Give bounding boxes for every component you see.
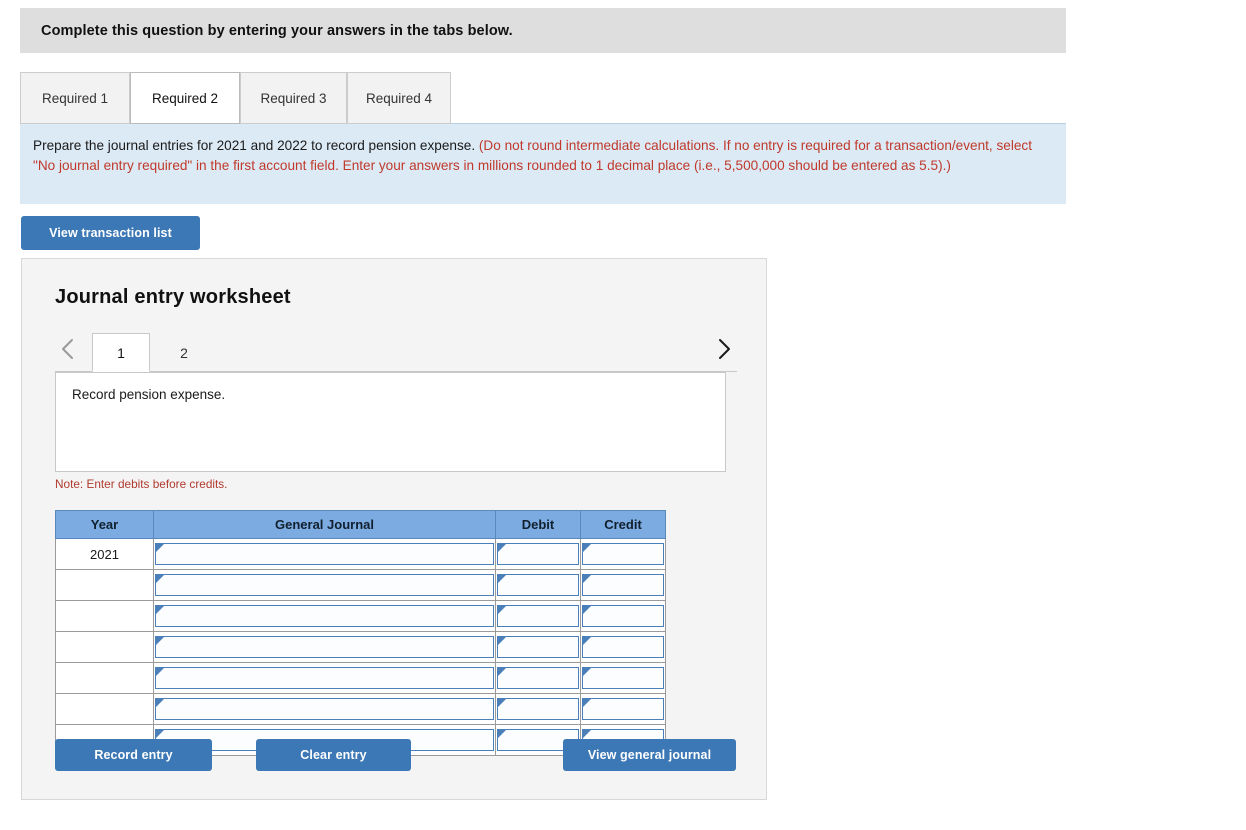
view-general-journal-button[interactable]: View general journal <box>563 739 736 771</box>
cell-debit[interactable] <box>496 601 581 632</box>
chevron-left-icon[interactable] <box>55 334 81 364</box>
cell-debit[interactable] <box>496 632 581 663</box>
table-row <box>56 663 666 694</box>
credit-input[interactable] <box>582 667 664 689</box>
cell-debit[interactable] <box>496 694 581 725</box>
chevron-right-icon[interactable] <box>711 334 737 364</box>
cell-year[interactable] <box>56 601 154 632</box>
worksheet-page-tab-2-label: 2 <box>180 345 188 361</box>
general-journal-input[interactable] <box>155 543 494 565</box>
table-header-row: Year General Journal Debit Credit <box>56 511 666 539</box>
page-root: Complete this question by entering your … <box>0 0 1246 830</box>
cell-credit[interactable] <box>581 539 666 570</box>
credit-input[interactable] <box>582 574 664 596</box>
view-transaction-list-label: View transaction list <box>49 226 172 240</box>
column-header-year: Year <box>56 511 154 539</box>
column-header-credit: Credit <box>581 511 666 539</box>
credit-input[interactable] <box>582 698 664 720</box>
table-row <box>56 632 666 663</box>
worksheet-page-tab-1[interactable]: 1 <box>92 333 150 372</box>
worksheet-page-tab-2[interactable]: 2 <box>156 333 212 372</box>
instruction-banner-text: Complete this question by entering your … <box>41 23 513 39</box>
general-journal-input[interactable] <box>155 698 494 720</box>
entry-description-text: Record pension expense. <box>72 387 225 402</box>
tab-required-3[interactable]: Required 3 <box>240 72 347 124</box>
cell-credit[interactable] <box>581 694 666 725</box>
journal-entry-table-body: 2021 <box>56 539 666 756</box>
cell-credit[interactable] <box>581 632 666 663</box>
table-row <box>56 601 666 632</box>
credit-input[interactable] <box>582 543 664 565</box>
table-row <box>56 694 666 725</box>
general-journal-input[interactable] <box>155 574 494 596</box>
worksheet-pager: 1 2 <box>55 322 737 372</box>
cell-year[interactable] <box>56 632 154 663</box>
cell-general-journal[interactable] <box>154 694 496 725</box>
tab-required-4-label: Required 4 <box>366 91 432 106</box>
debit-input[interactable] <box>497 636 579 658</box>
entry-description-box: Record pension expense. <box>55 372 726 472</box>
table-row <box>56 570 666 601</box>
cell-general-journal[interactable] <box>154 601 496 632</box>
cell-credit[interactable] <box>581 601 666 632</box>
record-entry-label: Record entry <box>94 748 172 762</box>
column-header-debit: Debit <box>496 511 581 539</box>
tab-required-3-label: Required 3 <box>260 91 326 106</box>
column-header-general-journal: General Journal <box>154 511 496 539</box>
general-journal-input[interactable] <box>155 667 494 689</box>
worksheet-title: Journal entry worksheet <box>55 286 291 309</box>
debit-input[interactable] <box>497 698 579 720</box>
debits-before-credits-note: Note: Enter debits before credits. <box>55 477 227 491</box>
tab-required-4[interactable]: Required 4 <box>347 72 451 124</box>
cell-general-journal[interactable] <box>154 539 496 570</box>
cell-credit[interactable] <box>581 570 666 601</box>
cell-year[interactable] <box>56 663 154 694</box>
instruction-primary-text: Prepare the journal entries for 2021 and… <box>33 138 475 153</box>
cell-credit[interactable] <box>581 663 666 694</box>
cell-debit[interactable] <box>496 539 581 570</box>
clear-entry-label: Clear entry <box>300 748 366 762</box>
record-entry-button[interactable]: Record entry <box>55 739 212 771</box>
tab-required-2-label: Required 2 <box>152 91 218 106</box>
cell-year[interactable]: 2021 <box>56 539 154 570</box>
requirement-tabs: Required 1 Required 2 Required 3 Require… <box>20 71 1066 124</box>
tab-required-1[interactable]: Required 1 <box>20 72 130 124</box>
clear-entry-button[interactable]: Clear entry <box>256 739 411 771</box>
view-transaction-list-button[interactable]: View transaction list <box>21 216 200 250</box>
general-journal-input[interactable] <box>155 636 494 658</box>
cell-debit[interactable] <box>496 663 581 694</box>
requirement-instructions-panel: Prepare the journal entries for 2021 and… <box>20 124 1066 204</box>
journal-entry-worksheet-panel: Journal entry worksheet 1 2 <box>21 258 767 800</box>
requirement-instructions-text: Prepare the journal entries for 2021 and… <box>33 136 1048 175</box>
cell-year[interactable] <box>56 694 154 725</box>
debit-input[interactable] <box>497 543 579 565</box>
debit-input[interactable] <box>497 605 579 627</box>
worksheet-page-tab-1-label: 1 <box>117 345 125 361</box>
cell-general-journal[interactable] <box>154 570 496 601</box>
credit-input[interactable] <box>582 605 664 627</box>
tab-required-2[interactable]: Required 2 <box>130 72 240 124</box>
view-general-journal-label: View general journal <box>588 748 711 762</box>
tab-required-1-label: Required 1 <box>42 91 108 106</box>
journal-entry-table: Year General Journal Debit Credit 2021 <box>55 510 666 756</box>
debit-input[interactable] <box>497 667 579 689</box>
cell-general-journal[interactable] <box>154 663 496 694</box>
instruction-banner: Complete this question by entering your … <box>20 8 1066 53</box>
general-journal-input[interactable] <box>155 605 494 627</box>
cell-general-journal[interactable] <box>154 632 496 663</box>
credit-input[interactable] <box>582 636 664 658</box>
cell-year[interactable] <box>56 570 154 601</box>
debit-input[interactable] <box>497 574 579 596</box>
table-row: 2021 <box>56 539 666 570</box>
cell-debit[interactable] <box>496 570 581 601</box>
